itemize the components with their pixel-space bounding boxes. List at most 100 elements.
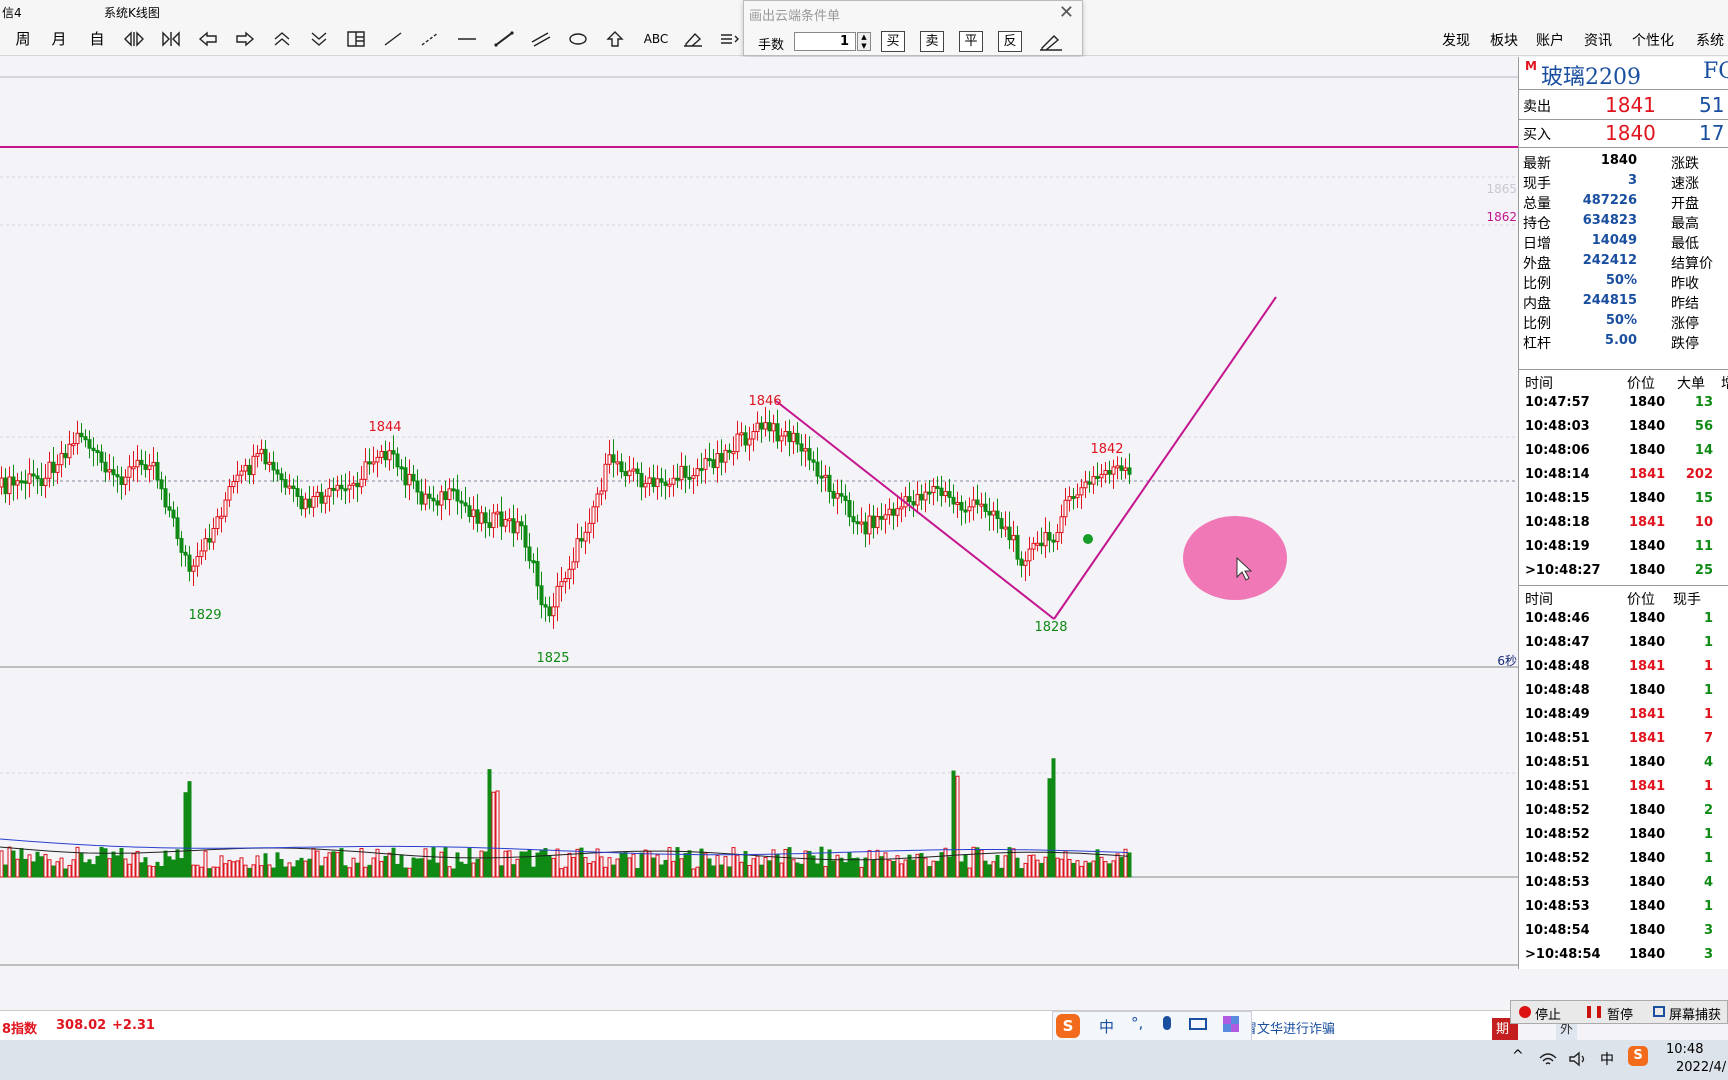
recorder-capture-button[interactable]: 屏幕捕获: [1669, 1004, 1721, 1023]
volume-bar: [51, 865, 56, 878]
menu-system[interactable]: 系统: [1696, 30, 1724, 50]
index-name[interactable]: 8指数: [2, 1018, 37, 1037]
eraser-icon[interactable]: [682, 30, 704, 48]
zoom-out-icon[interactable]: [123, 30, 145, 48]
chevron-double-down-icon[interactable]: [308, 30, 330, 48]
table-row[interactable]: 10:48:48 1840 1: [1519, 681, 1728, 703]
taskbar-ime-indicator[interactable]: 中: [1600, 1049, 1614, 1069]
panel-tab[interactable]: 分价: [1597, 966, 1623, 969]
price-annotation: 1829: [188, 608, 221, 623]
panel-tab[interactable]: 红: [1709, 966, 1722, 969]
parallel-lines-icon[interactable]: [530, 30, 552, 48]
table-row[interactable]: 10:48:15 1840 15: [1519, 489, 1728, 511]
speaker-icon[interactable]: [1568, 1050, 1588, 1068]
table-row[interactable]: >10:48:27 1840 25: [1519, 561, 1728, 583]
chevron-up-icon[interactable]: ^: [1512, 1048, 1524, 1064]
ime-chinese-toggle[interactable]: 中: [1099, 1016, 1114, 1037]
recorder-stop-button[interactable]: 停止: [1535, 1004, 1561, 1023]
volume-bar: [623, 852, 628, 878]
segment-tool-icon[interactable]: [493, 30, 515, 48]
clock-time[interactable]: 10:48: [1666, 1042, 1703, 1057]
ask-row[interactable]: 卖出 1841 51: [1519, 93, 1728, 117]
text-tool-button[interactable]: ABC: [640, 29, 672, 49]
qty-stepper[interactable]: ▲ ▼: [857, 32, 871, 51]
panel-tab[interactable]: 分笔: [1653, 966, 1679, 969]
table-row[interactable]: 10:48:52 1840 1: [1519, 825, 1728, 847]
candle-body: [779, 435, 784, 442]
table-row[interactable]: 10:48:03 1840 56: [1519, 417, 1728, 439]
sogou-tray-icon[interactable]: S: [1628, 1046, 1648, 1066]
zoom-in-icon[interactable]: [160, 30, 182, 48]
arrow-right-icon[interactable]: [234, 30, 256, 48]
clock-date[interactable]: 2022/4/: [1676, 1060, 1726, 1075]
table-row[interactable]: 10:48:51 1841 7: [1519, 729, 1728, 751]
table-row[interactable]: 10:48:52 1840 2: [1519, 801, 1728, 823]
candle-body: [651, 477, 656, 487]
kline-chart[interactable]: 182918441825184618281842186518626秒22:000…: [0, 57, 1518, 967]
period-month-button[interactable]: 月: [48, 29, 70, 49]
window-title: 信4: [2, 6, 22, 20]
delete-drawings-icon[interactable]: [718, 30, 740, 48]
microphone-icon[interactable]: [1163, 1016, 1171, 1030]
panel-tab[interactable]: 明细: [1541, 966, 1567, 969]
table-row[interactable]: 10:48:51 1841 1: [1519, 777, 1728, 799]
candle-body: [687, 476, 692, 480]
table-row[interactable]: 10:47:57 1840 13: [1519, 393, 1728, 415]
chevron-double-up-icon[interactable]: [271, 30, 293, 48]
punctuation-icon[interactable]: °,: [1131, 1014, 1143, 1032]
table-row[interactable]: 10:48:14 1841 202: [1519, 465, 1728, 487]
close-position-button[interactable]: 平: [959, 31, 983, 52]
table-row[interactable]: 10:48:53 1840 4: [1519, 873, 1728, 895]
apps-icon[interactable]: [1223, 1016, 1239, 1032]
table-row[interactable]: 10:48:46 1840 1: [1519, 609, 1728, 631]
menu-news[interactable]: 资讯: [1584, 30, 1612, 50]
volume-bar: [99, 846, 104, 878]
menu-discover[interactable]: 发现: [1442, 30, 1470, 50]
qty-label: 手数: [758, 38, 785, 53]
line-tool-icon[interactable]: [382, 30, 404, 48]
close-icon[interactable]: ✕: [1059, 2, 1074, 23]
ellipse-tool-icon[interactable]: [567, 30, 589, 48]
table-row[interactable]: 10:48:19 1840 11: [1519, 537, 1728, 559]
ray-tool-icon[interactable]: [419, 30, 441, 48]
table-row[interactable]: 10:48:54 1840 3: [1519, 921, 1728, 943]
keyboard-icon[interactable]: [1189, 1018, 1207, 1030]
bid-row[interactable]: 买入 1840 17: [1519, 121, 1728, 145]
period-week-button[interactable]: 周: [12, 29, 34, 49]
candle-body: [703, 458, 708, 470]
candle-body: [479, 512, 484, 524]
candle-body: [871, 515, 876, 529]
reverse-button[interactable]: 反: [998, 31, 1022, 52]
up-arrow-tool-icon[interactable]: [604, 30, 626, 48]
sogou-logo-icon[interactable]: S: [1056, 1014, 1080, 1038]
table-row[interactable]: 10:48:52 1840 1: [1519, 849, 1728, 871]
buy-button[interactable]: 买: [881, 31, 905, 52]
row-volume: 11: [1694, 539, 1713, 554]
news-ticker[interactable]: 冒文华进行诈骗: [1244, 1018, 1335, 1037]
volume-bar: [767, 860, 772, 878]
menu-sectors[interactable]: 板块: [1490, 30, 1518, 50]
menu-account[interactable]: 账户: [1536, 30, 1564, 50]
table-row[interactable]: 10:48:47 1840 1: [1519, 633, 1728, 655]
arrow-left-icon[interactable]: [197, 30, 219, 48]
recorder-pause-button[interactable]: 暂停: [1607, 1004, 1633, 1023]
table-row[interactable]: 10:48:51 1840 4: [1519, 753, 1728, 775]
table-row[interactable]: 10:48:48 1841 1: [1519, 657, 1728, 679]
volume-bar: [295, 860, 300, 878]
candle-body: [111, 469, 116, 476]
table-row[interactable]: 10:48:49 1841 1: [1519, 705, 1728, 727]
candle-body: [415, 480, 420, 493]
period-custom-button[interactable]: 自: [86, 29, 108, 49]
layout-icon[interactable]: [345, 30, 367, 48]
table-row[interactable]: 10:48:53 1840 1: [1519, 897, 1728, 919]
horizontal-line-icon[interactable]: [456, 30, 478, 48]
menu-personalize[interactable]: 个性化: [1632, 30, 1674, 50]
table-row[interactable]: 10:48:06 1840 14: [1519, 441, 1728, 463]
pen-icon[interactable]: [1038, 32, 1064, 52]
volume-bar: [83, 862, 88, 878]
sell-button[interactable]: 卖: [920, 31, 944, 52]
qty-input[interactable]: 1: [794, 32, 856, 51]
table-row[interactable]: 10:48:18 1841 10: [1519, 513, 1728, 535]
wifi-icon[interactable]: [1538, 1050, 1558, 1068]
dialog-title: 画出云端条件单: [749, 9, 841, 24]
